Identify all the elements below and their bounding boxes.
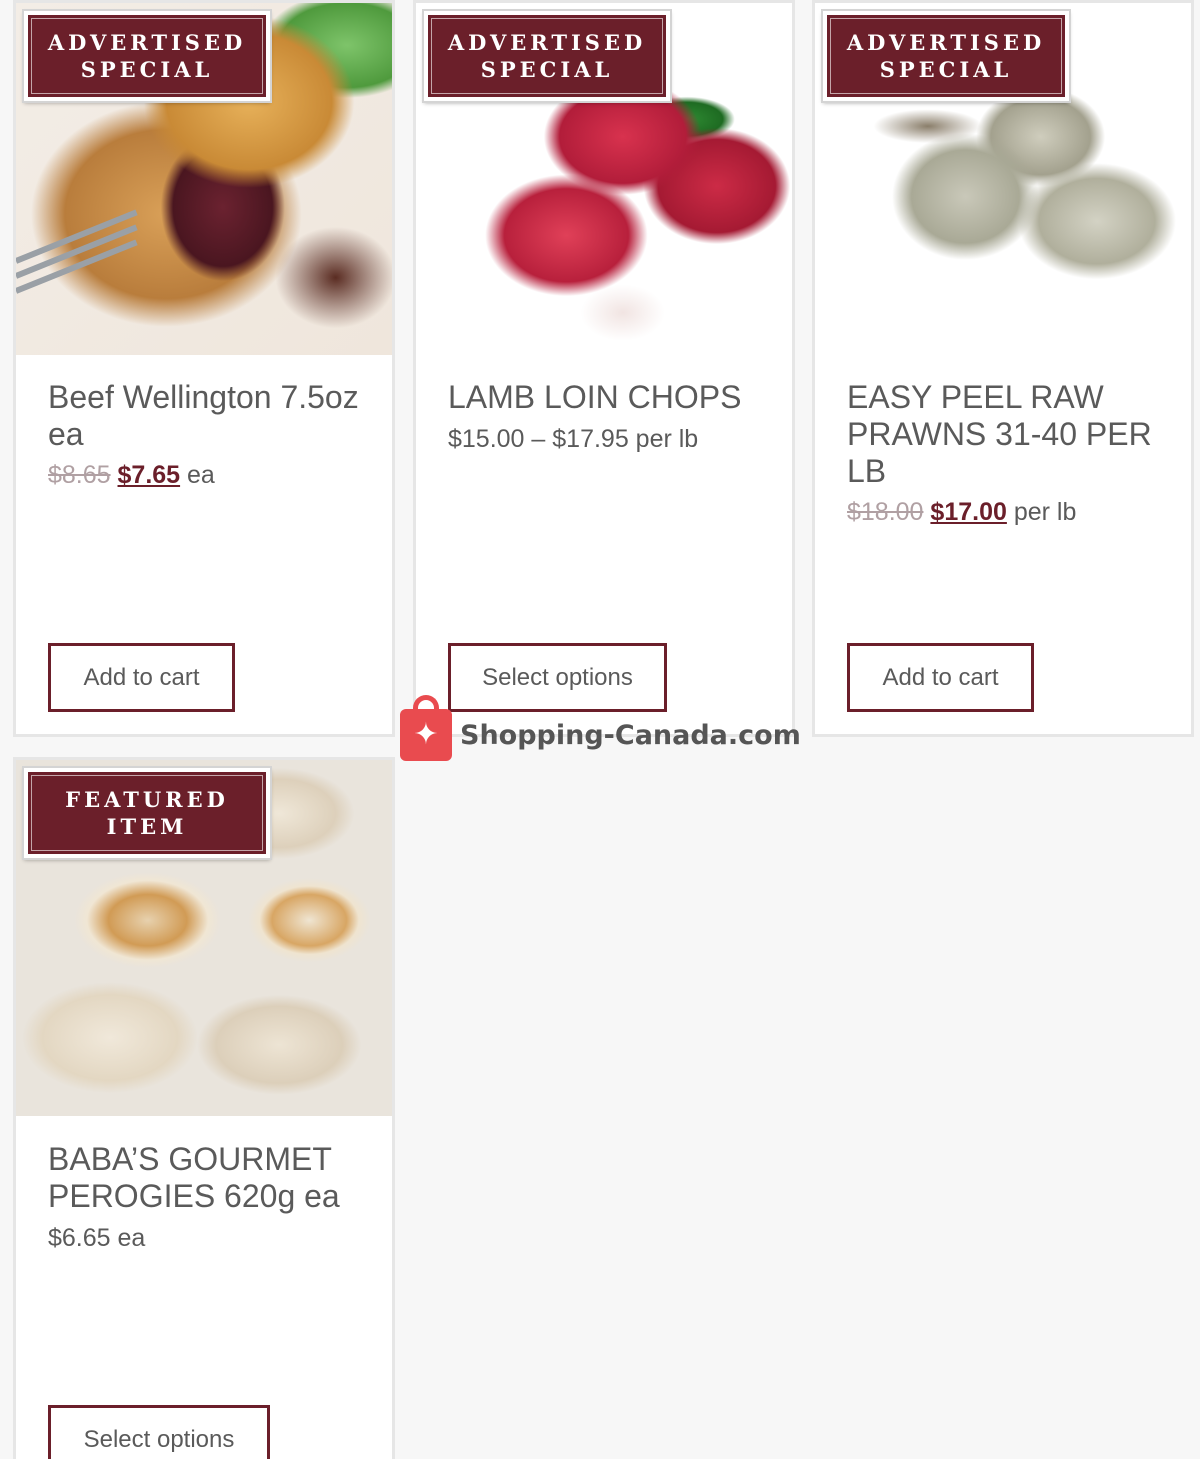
product-card: FEATURED ITEM BABA’S GOURMET PEROGIES 62… xyxy=(13,757,395,1459)
product-image[interactable]: ADVERTISED SPECIAL xyxy=(16,3,392,355)
product-title[interactable]: BABA’S GOURMET PEROGIES 620g ea xyxy=(48,1141,378,1215)
product-title[interactable]: EASY PEEL RAW PRAWNS 31-40 PER LB xyxy=(847,379,1177,490)
add-to-cart-button[interactable]: Add to cart xyxy=(847,643,1034,712)
advertised-special-badge: ADVERTISED SPECIAL xyxy=(821,9,1071,103)
product-price: $18.00 $17.00 per lb xyxy=(847,498,1076,527)
product-title[interactable]: Beef Wellington 7.5oz ea xyxy=(48,379,378,453)
old-price: $18.00 xyxy=(847,498,924,526)
sale-price: $17.00 xyxy=(930,498,1007,526)
product-image[interactable]: ADVERTISED SPECIAL xyxy=(416,3,792,355)
product-price: $6.65 ea xyxy=(48,1224,146,1252)
price-unit: ea xyxy=(187,461,215,489)
badge-label: FEATURED ITEM xyxy=(31,775,263,851)
product-card: ADVERTISED SPECIAL Beef Wellington 7.5oz… xyxy=(13,0,395,737)
price-unit: per lb xyxy=(1013,498,1077,526)
old-price: $8.65 xyxy=(48,461,111,489)
product-price: $8.65 $7.65 ea xyxy=(48,461,215,490)
product-image[interactable]: FEATURED ITEM xyxy=(16,760,392,1116)
watermark-text: Shopping-Canada.com xyxy=(460,719,801,751)
badge-label: ADVERTISED SPECIAL xyxy=(31,18,263,94)
product-image[interactable]: ADVERTISED SPECIAL xyxy=(815,3,1191,355)
sale-price: $7.65 xyxy=(117,461,181,489)
product-card: ADVERTISED SPECIAL EASY PEEL RAW PRAWNS … xyxy=(812,0,1194,737)
badge-label: ADVERTISED SPECIAL xyxy=(431,18,663,94)
product-card: ADVERTISED SPECIAL LAMB LOIN CHOPS $15.0… xyxy=(413,0,795,737)
shopping-canada-watermark: ✦ Shopping-Canada.com xyxy=(400,695,801,761)
featured-item-badge: FEATURED ITEM xyxy=(22,766,272,860)
select-options-button[interactable]: Select options xyxy=(48,1405,270,1459)
advertised-special-badge: ADVERTISED SPECIAL xyxy=(22,9,272,103)
advertised-special-badge: ADVERTISED SPECIAL xyxy=(422,9,672,103)
add-to-cart-button[interactable]: Add to cart xyxy=(48,643,235,712)
product-title[interactable]: LAMB LOIN CHOPS xyxy=(448,379,778,416)
product-price-range: $15.00 – $17.95 per lb xyxy=(448,425,699,453)
badge-label: ADVERTISED SPECIAL xyxy=(830,18,1062,94)
maple-leaf-bag-icon: ✦ xyxy=(400,695,452,761)
